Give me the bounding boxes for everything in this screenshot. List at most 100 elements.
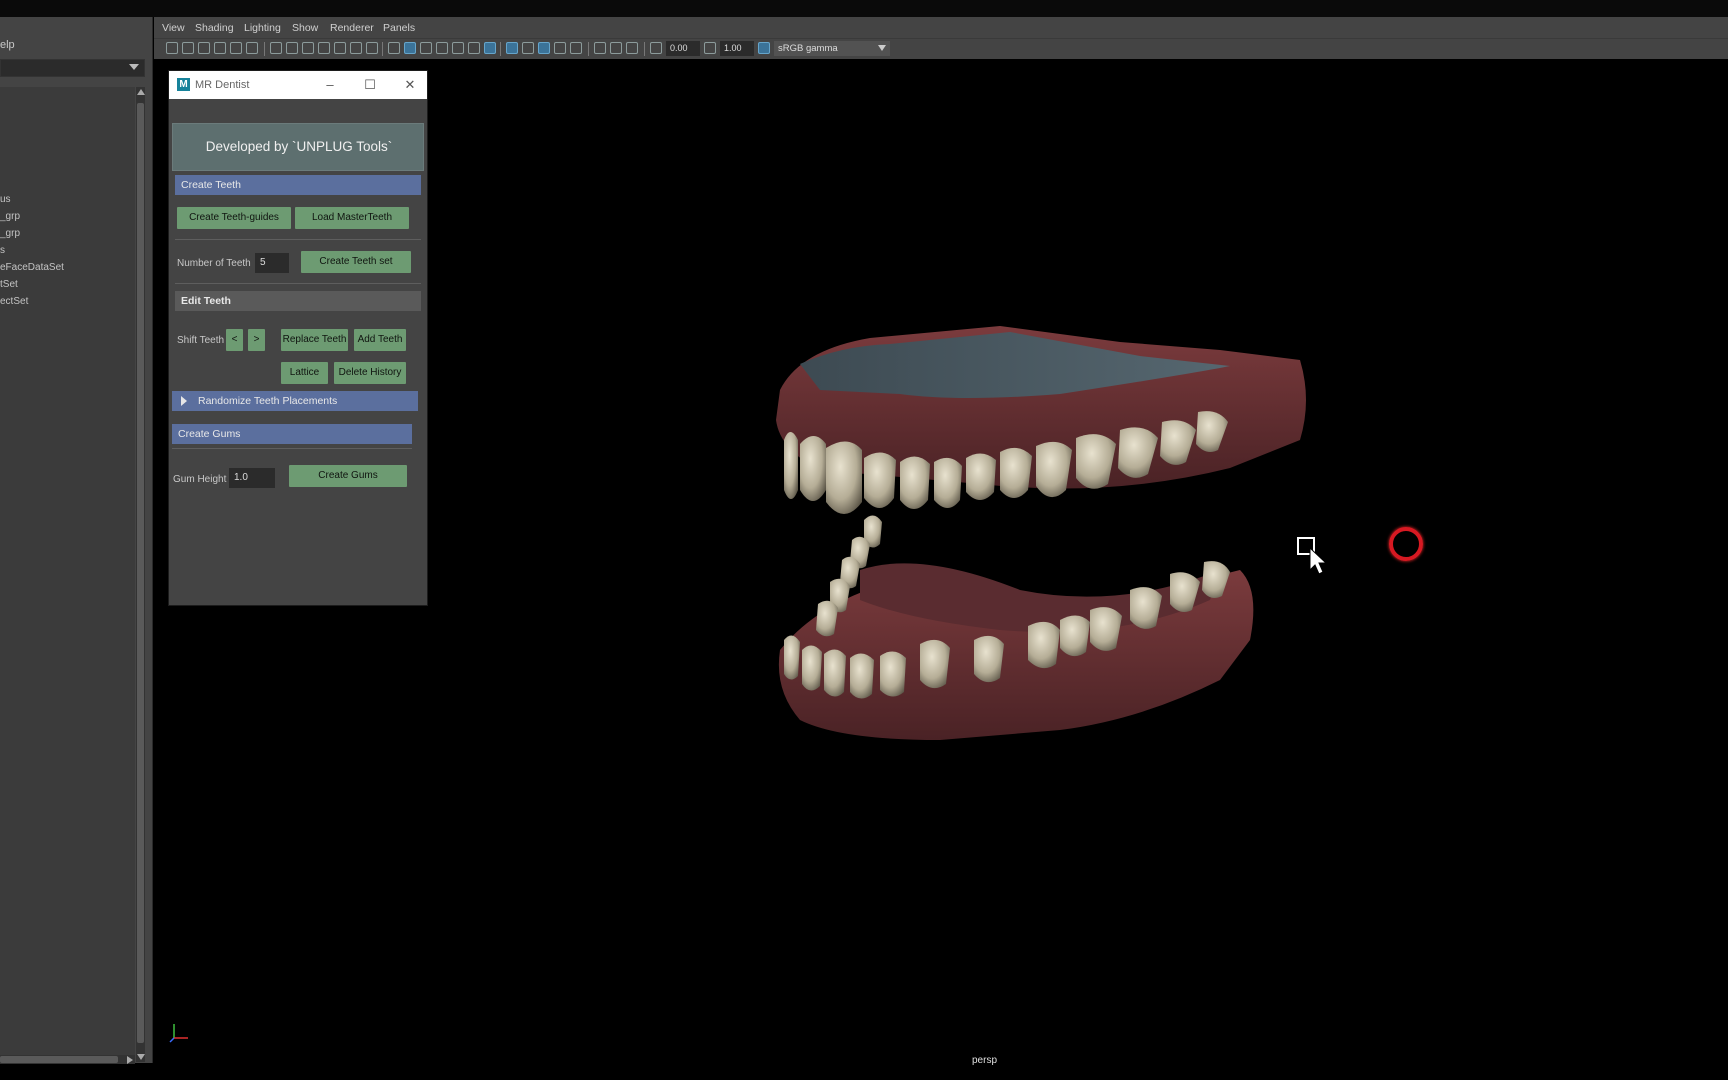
menu-view[interactable]: View: [162, 22, 185, 34]
divider: [175, 283, 421, 284]
maximize-icon[interactable]: ☐: [361, 76, 379, 94]
outliner-item[interactable]: tSet: [0, 279, 18, 290]
anti-aliasing-icon[interactable]: [538, 42, 550, 54]
window-title: MR Dentist: [195, 79, 250, 91]
edit-teeth-header[interactable]: Edit Teeth: [175, 291, 421, 311]
expand-triangle-icon[interactable]: [181, 396, 187, 406]
mr-dentist-window: M MR Dentist – ☐ ✕ Developed by `UNPLUG …: [168, 70, 428, 606]
shift-right-button[interactable]: >: [248, 329, 265, 351]
chevron-down-icon: [878, 45, 886, 51]
pan-zoom-icon[interactable]: [246, 42, 258, 54]
shift-teeth-label: Shift Teeth: [177, 335, 225, 346]
viewport-toolbar: 0.00 1.00 sRGB gamma: [154, 39, 1728, 59]
number-of-teeth-label: Number of Teeth: [177, 258, 251, 269]
chevron-down-icon[interactable]: [129, 64, 139, 70]
grease-pencil-icon[interactable]: [230, 42, 242, 54]
create-gums-header[interactable]: Create Gums: [172, 424, 412, 444]
lattice-button[interactable]: Lattice: [281, 362, 328, 384]
outliner-item[interactable]: ectSet: [0, 296, 28, 307]
outliner-item[interactable]: _grp: [0, 211, 20, 222]
scroll-right-icon[interactable]: [127, 1056, 133, 1064]
outliner-item[interactable]: s: [0, 245, 5, 256]
close-icon[interactable]: ✕: [401, 76, 419, 94]
isolate-select-icon[interactable]: [594, 42, 606, 54]
safe-title-icon[interactable]: [366, 42, 378, 54]
viewport-menubar: View Shading Lighting Show Renderer Pane…: [154, 17, 1728, 39]
top-strip: [0, 0, 1728, 17]
shadows-icon[interactable]: [484, 42, 496, 54]
minimize-icon[interactable]: –: [321, 76, 339, 94]
default-material-icon[interactable]: [420, 42, 432, 54]
outliner-item[interactable]: eFaceDataSet: [0, 262, 64, 273]
gum-height-field[interactable]: 1.0: [229, 468, 275, 488]
shaded-cube-icon[interactable]: [404, 42, 416, 54]
create-teeth-guides-button[interactable]: Create Teeth-guides: [177, 207, 291, 229]
view-transform-value: sRGB gamma: [778, 43, 838, 54]
menu-show[interactable]: Show: [292, 22, 318, 34]
textured-icon[interactable]: [452, 42, 464, 54]
toolbar-separator: [500, 42, 501, 56]
toolbar-separator: [264, 42, 265, 56]
scroll-down-icon[interactable]: [137, 1054, 145, 1060]
wireframe-on-shaded-icon[interactable]: [436, 42, 448, 54]
window-titlebar[interactable]: M MR Dentist – ☐ ✕: [169, 71, 427, 99]
screen-space-ao-icon[interactable]: [506, 42, 518, 54]
exposure-field[interactable]: 0.00: [666, 41, 700, 56]
outliner-list: us _grp _grp s eFaceDataSet tSet ectSet: [0, 87, 135, 1057]
randomize-teeth-placements-header[interactable]: Randomize Teeth Placements: [172, 391, 418, 411]
outliner-horizontal-scrollbar[interactable]: [0, 1055, 135, 1064]
add-teeth-button[interactable]: Add Teeth: [354, 329, 406, 351]
banner-text: Developed by `UNPLUG Tools`: [205, 139, 393, 154]
light-icon[interactable]: [468, 42, 480, 54]
field-chart-icon[interactable]: [334, 42, 346, 54]
record-indicator-icon: [1389, 527, 1423, 561]
outliner-panel: elp us _grp _grp s eFaceDataSet tSet ect…: [0, 17, 153, 1064]
resolution-gate-icon[interactable]: [302, 42, 314, 54]
select-camera-icon[interactable]: [570, 42, 582, 54]
film-gate-icon[interactable]: [286, 42, 298, 54]
color-management-icon[interactable]: [758, 42, 770, 54]
create-teeth-header[interactable]: Create Teeth: [175, 175, 421, 195]
teeth-model-render[interactable]: [760, 320, 1320, 800]
divider: [172, 448, 412, 449]
outliner-item[interactable]: _grp: [0, 228, 20, 239]
scroll-thumb[interactable]: [137, 103, 144, 1043]
view-transform-select[interactable]: sRGB gamma: [774, 41, 890, 56]
depth-of-field-icon[interactable]: [554, 42, 566, 54]
developer-banner: Developed by `UNPLUG Tools`: [172, 123, 424, 171]
maya-app-icon: M: [177, 78, 190, 91]
scroll-up-icon[interactable]: [137, 89, 145, 95]
load-master-teeth-button[interactable]: Load MasterTeeth: [295, 207, 409, 229]
image-plane-icon[interactable]: [214, 42, 226, 54]
outliner-item[interactable]: us: [0, 194, 11, 205]
gamma-icon[interactable]: [704, 42, 716, 54]
motion-blur-icon[interactable]: [522, 42, 534, 54]
randomize-header-label: Randomize Teeth Placements: [198, 395, 338, 407]
toolbar-separator: [382, 42, 383, 56]
safe-action-icon[interactable]: [350, 42, 362, 54]
create-gums-button[interactable]: Create Gums: [289, 465, 407, 487]
help-menu[interactable]: elp: [0, 39, 15, 51]
menu-renderer[interactable]: Renderer: [330, 22, 374, 34]
create-teeth-set-button[interactable]: Create Teeth set: [301, 251, 411, 273]
grid-icon[interactable]: [270, 42, 282, 54]
number-of-teeth-field[interactable]: 5: [255, 253, 289, 273]
menu-lighting[interactable]: Lighting: [244, 22, 281, 34]
xray-icon[interactable]: [610, 42, 622, 54]
menu-panels[interactable]: Panels: [383, 22, 415, 34]
wireframe-icon[interactable]: [388, 42, 400, 54]
camera-attributes-icon[interactable]: [182, 42, 194, 54]
shift-left-button[interactable]: <: [226, 329, 243, 351]
bookmark-icon[interactable]: [198, 42, 210, 54]
menu-shading[interactable]: Shading: [195, 22, 234, 34]
camera-icon[interactable]: [166, 42, 178, 54]
outliner-vertical-scrollbar[interactable]: [136, 87, 145, 1062]
gamma-field[interactable]: 1.00: [720, 41, 754, 56]
replace-teeth-button[interactable]: Replace Teeth: [281, 329, 348, 351]
outliner-filter-field[interactable]: [0, 59, 145, 77]
gate-mask-icon[interactable]: [318, 42, 330, 54]
exposure-icon[interactable]: [650, 42, 662, 54]
delete-history-button[interactable]: Delete History: [334, 362, 406, 384]
xray-joints-icon[interactable]: [626, 42, 638, 54]
scroll-thumb[interactable]: [0, 1056, 118, 1063]
